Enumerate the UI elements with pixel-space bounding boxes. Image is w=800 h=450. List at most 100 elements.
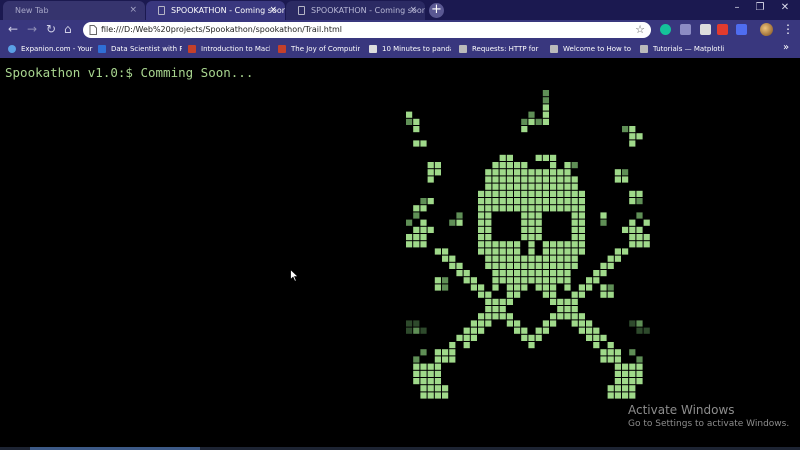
skull-pixel	[514, 255, 521, 262]
profile-avatar[interactable]	[760, 23, 773, 36]
skull-pixel	[535, 169, 542, 176]
skull-pixel	[550, 277, 557, 284]
mouse-cursor-icon	[290, 269, 299, 282]
skull-pixel	[506, 320, 513, 327]
skull-pixel	[622, 176, 629, 183]
bookmark-item[interactable]: Data Scientist with Py	[98, 40, 182, 58]
skull-pixel	[564, 298, 571, 305]
skull-pixel	[521, 176, 528, 183]
pixel-skull-crossbones-icon	[406, 90, 650, 399]
skull-pixel	[629, 370, 636, 377]
skull-pixel	[614, 378, 621, 385]
skull-pixel	[614, 356, 621, 363]
skull-pixel	[413, 378, 420, 385]
skull-pixel	[492, 262, 499, 269]
skull-pixel	[456, 212, 463, 219]
menu-icon[interactable]: ⋮	[782, 22, 794, 36]
skull-pixel	[643, 234, 650, 241]
forward-arrow-icon[interactable]: →	[27, 23, 37, 36]
skull-pixel	[528, 212, 535, 219]
window-close-icon[interactable]: ✕	[775, 2, 795, 13]
skull-pixel	[614, 255, 621, 262]
skull-pixel	[600, 291, 607, 298]
skull-pixel	[614, 349, 621, 356]
skull-pixel	[492, 277, 499, 284]
bookmark-item[interactable]: Expanion.com - Your	[8, 40, 94, 58]
skull-pixel	[600, 334, 607, 341]
bookmark-item[interactable]: The Joy of Computing	[278, 40, 360, 58]
skull-pixel	[442, 255, 449, 262]
restore-icon[interactable]: ❐	[750, 2, 770, 13]
skull-pixel	[528, 255, 535, 262]
skull-pixel	[535, 327, 542, 334]
skull-pixel	[434, 277, 441, 284]
new-tab-button[interactable]: +	[429, 3, 444, 18]
tab-spookathon-active[interactable]: SPOOKATHON - Coming soon ×	[146, 1, 285, 20]
cast-icon[interactable]	[680, 24, 691, 35]
skull-pixel	[434, 349, 441, 356]
close-icon[interactable]: ×	[269, 1, 277, 20]
skull-pixel	[600, 284, 607, 291]
home-icon[interactable]: ⌂	[64, 23, 72, 36]
skull-pixel	[528, 226, 535, 233]
skull-pixel	[643, 241, 650, 248]
skull-pixel	[578, 291, 585, 298]
skull-pixel	[636, 363, 643, 370]
skull-pixel	[578, 234, 585, 241]
skull-pixel	[528, 111, 535, 118]
back-arrow-icon[interactable]: ←	[8, 23, 18, 36]
skull-pixel	[571, 190, 578, 197]
skull-pixel	[485, 219, 492, 226]
skull-pixel	[557, 205, 564, 212]
skull-pixel	[499, 298, 506, 305]
skull-pixel	[629, 190, 636, 197]
bookmarks-overflow-icon[interactable]: »	[783, 42, 789, 53]
skull-pixel	[550, 262, 557, 269]
skull-pixel	[528, 241, 535, 248]
minimize-icon[interactable]: –	[727, 2, 747, 13]
grammarly-icon[interactable]	[660, 24, 671, 35]
bookmark-item[interactable]: Tutorials — Matplotlib	[640, 40, 724, 58]
skull-pixel	[506, 162, 513, 169]
skull-pixel	[578, 320, 585, 327]
bookmark-item[interactable]: Welcome to How to t	[550, 40, 632, 58]
skull-pixel	[629, 363, 636, 370]
skull-pixel	[571, 291, 578, 298]
skull-pixel	[492, 162, 499, 169]
tab-new-tab[interactable]: New Tab ×	[3, 1, 145, 20]
skull-pixel	[478, 198, 485, 205]
skull-pixel	[550, 284, 557, 291]
skull-pixel	[535, 334, 542, 341]
bookmark-item[interactable]: Introduction to Mach	[188, 40, 270, 58]
skull-pixel	[463, 270, 470, 277]
skull-pixel	[478, 327, 485, 334]
watermark-subtitle: Go to Settings to activate Windows.	[628, 419, 790, 429]
skull-pixel	[521, 226, 528, 233]
skull-pixel	[514, 198, 521, 205]
reload-icon[interactable]: ↻	[46, 23, 56, 36]
skull-pixel	[557, 190, 564, 197]
skull-pixel	[463, 342, 470, 349]
skull-pixel	[470, 284, 477, 291]
close-icon[interactable]: ×	[129, 1, 137, 20]
skull-pixel	[478, 234, 485, 241]
skull-pixel	[528, 234, 535, 241]
bookmark-item[interactable]: 10 Minutes to pandas	[369, 40, 451, 58]
bookmark-item[interactable]: Requests: HTTP for H	[459, 40, 541, 58]
bookmark-star-icon[interactable]: ☆	[635, 22, 645, 38]
address-bar[interactable]: file:///D:/Web%20projects/Spookathon/spo…	[83, 22, 651, 38]
skull-pixel	[586, 334, 593, 341]
skull-pixel	[636, 133, 643, 140]
red-extension-icon[interactable]	[717, 24, 728, 35]
close-icon[interactable]: ×	[409, 1, 417, 20]
tab-spookathon[interactable]: SPOOKATHON - Coming soon ×	[286, 1, 425, 20]
blue-extension-icon[interactable]	[736, 24, 747, 35]
skull-pixel	[478, 212, 485, 219]
skull-pixel	[528, 183, 535, 190]
url-text[interactable]: file:///D:/Web%20projects/Spookathon/spo…	[101, 22, 342, 38]
skull-pixel	[514, 248, 521, 255]
skull-pixel	[492, 198, 499, 205]
skull-pixel	[470, 334, 477, 341]
shield-extension-icon[interactable]	[700, 24, 711, 35]
skull-pixel	[427, 198, 434, 205]
